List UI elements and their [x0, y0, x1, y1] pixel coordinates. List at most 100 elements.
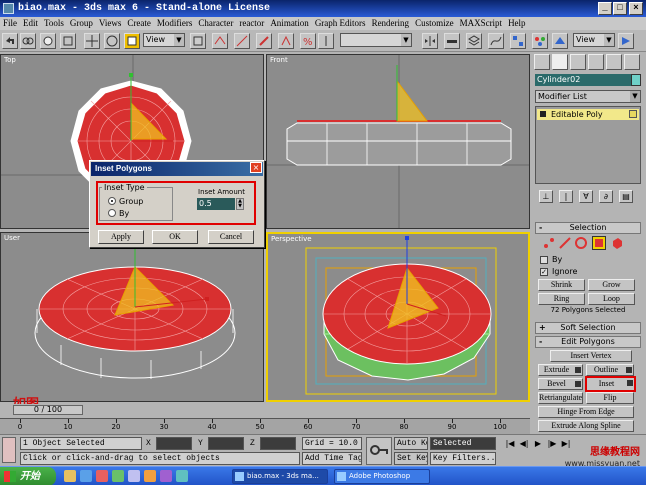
maximize-button[interactable]: □ [613, 2, 627, 15]
material-editor-icon[interactable] [532, 33, 548, 49]
retriangulate-button[interactable]: Retriangulate [538, 392, 583, 404]
polygon-icon[interactable] [592, 236, 606, 250]
grow-button[interactable]: Grow [588, 279, 635, 291]
quicklaunch-app-icon[interactable] [112, 470, 124, 482]
pin-stack-icon[interactable]: ⊥ [539, 190, 553, 203]
next-frame-icon[interactable]: |▶ [546, 438, 558, 450]
remove-modifier-icon[interactable]: ∂ [599, 190, 613, 203]
hinge-from-edge-button[interactable]: Hinge From Edge [538, 406, 634, 418]
reference-coordinate-select[interactable]: View ▼ [143, 33, 185, 47]
ok-button[interactable]: OK [152, 230, 198, 244]
select-object-icon[interactable] [60, 33, 76, 49]
snap-icon[interactable] [256, 33, 272, 49]
dialog-close-icon[interactable]: × [250, 162, 262, 173]
key-mode-select[interactable]: Selected [430, 437, 496, 450]
edge-icon[interactable] [558, 236, 572, 250]
group-radio[interactable]: Group [108, 197, 143, 206]
select-link-icon[interactable] [20, 33, 36, 49]
quicklaunch-browser-icon[interactable] [80, 470, 92, 482]
viewport-user[interactable]: User [0, 232, 264, 402]
quicklaunch-desktop-icon[interactable] [128, 470, 140, 482]
add-time-tag-button[interactable]: Add Time Tag [302, 452, 362, 465]
cancel-button[interactable]: Cancel [208, 230, 254, 244]
outline-button[interactable]: Outline [586, 364, 634, 376]
menu-rendering[interactable]: Rendering [369, 17, 413, 30]
task-3dsmax[interactable]: biao.max - 3ds ma... [232, 469, 328, 484]
expand-icon[interactable] [540, 111, 546, 117]
undo-icon[interactable] [2, 33, 18, 49]
select-scale-icon[interactable] [124, 33, 140, 49]
menu-animation[interactable]: Animation [267, 17, 312, 30]
viewport-perspective[interactable]: Perspective [266, 232, 530, 402]
modifier-list-dropdown[interactable]: Modifier List ▼ [535, 90, 641, 103]
render-type-select[interactable]: View ▼ [573, 33, 615, 47]
menu-character[interactable]: Character [195, 17, 236, 30]
pivot-center-icon[interactable] [190, 33, 206, 49]
menu-edit[interactable]: Edit [20, 17, 41, 30]
start-button[interactable]: 开始 [0, 467, 56, 485]
menu-reactor[interactable]: reactor [236, 17, 267, 30]
inset-amount-field[interactable]: 0.5 [197, 198, 235, 210]
outline-settings-icon[interactable] [626, 367, 632, 373]
named-selection-set[interactable]: ▼ [340, 33, 412, 47]
stack-item-editable-poly[interactable]: Editable Poly [537, 109, 639, 120]
menu-modifiers[interactable]: Modifiers [154, 17, 196, 30]
layer-manager-icon[interactable] [466, 33, 482, 49]
play-icon[interactable]: ▶ [532, 438, 544, 450]
inset-button[interactable]: Inset [585, 376, 636, 392]
maxscript-listener-icon[interactable] [2, 437, 16, 463]
menu-file[interactable]: File [0, 17, 20, 30]
select-move-icon[interactable] [84, 33, 100, 49]
task-photoshop[interactable]: Adobe Photoshop [334, 469, 430, 484]
quicklaunch-media-icon[interactable] [96, 470, 108, 482]
angle-snap-icon[interactable] [278, 33, 294, 49]
align-icon[interactable] [234, 33, 250, 49]
inset-settings-icon[interactable] [627, 380, 633, 386]
bind-space-warp-icon[interactable] [40, 33, 56, 49]
menu-maxscript[interactable]: MAXScript [457, 17, 506, 30]
bevel-button[interactable]: Bevel [538, 378, 583, 390]
bevel-settings-icon[interactable] [575, 381, 581, 387]
show-end-result-toggle-icon[interactable]: | [559, 190, 573, 203]
track-bar[interactable]: 0 10 20 30 40 50 60 70 80 90 100 [0, 418, 530, 434]
by-polygon-radio[interactable]: By [108, 209, 129, 218]
quicklaunch-misc-icon[interactable] [176, 470, 188, 482]
x-coordinate-field[interactable] [156, 437, 192, 450]
set-key-icon[interactable] [366, 437, 392, 465]
extrude-along-spline-button[interactable]: Extrude Along Spline [538, 420, 634, 432]
render-scene-icon[interactable] [552, 33, 568, 49]
z-coordinate-field[interactable] [260, 437, 296, 450]
insert-vertex-button[interactable]: Insert Vertex [550, 350, 632, 362]
select-rotate-icon[interactable] [104, 33, 120, 49]
quicklaunch-folder-icon[interactable] [64, 470, 76, 482]
edit-polygons-rollout[interactable]: - Edit Polygons [535, 336, 641, 348]
loop-button[interactable]: Loop [588, 293, 635, 305]
ignore-backfacing-checkbox[interactable]: ✓ Ignore [540, 267, 640, 278]
selection-rollout[interactable]: - Selection [535, 222, 641, 234]
shrink-button[interactable]: Shrink [538, 279, 585, 291]
menu-group[interactable]: Group [67, 17, 96, 30]
minimize-button[interactable]: _ [598, 2, 612, 15]
viewport-front[interactable]: Front [266, 54, 530, 229]
auto-key-button[interactable]: Auto Key [394, 437, 428, 450]
menu-views[interactable]: Views [96, 17, 124, 30]
set-key-button[interactable]: Set Key [394, 452, 428, 465]
key-filters-button[interactable]: Key Filters... [430, 452, 496, 465]
percent-snap-icon[interactable]: % [300, 33, 316, 49]
ring-button[interactable]: Ring [538, 293, 585, 305]
inset-amount-spinner[interactable]: ▲ ▼ [236, 198, 244, 210]
y-coordinate-field[interactable] [208, 437, 244, 450]
object-color-swatch[interactable] [631, 74, 641, 86]
extrude-button[interactable]: Extrude [538, 364, 583, 376]
close-button[interactable]: × [629, 2, 643, 15]
menu-help[interactable]: Help [505, 17, 529, 30]
menu-graph-editors[interactable]: Graph Editors [312, 17, 369, 30]
quicklaunch-tool-icon[interactable] [144, 470, 156, 482]
object-name-field[interactable]: Cylinder02 [535, 74, 631, 86]
border-icon[interactable] [574, 236, 588, 250]
mirror-icon[interactable] [212, 33, 228, 49]
create-tab-icon[interactable] [534, 54, 550, 70]
configure-sets-icon[interactable]: ▤ [619, 190, 633, 203]
previous-frame-icon[interactable]: ◀| [518, 438, 530, 450]
menu-customize[interactable]: Customize [412, 17, 457, 30]
